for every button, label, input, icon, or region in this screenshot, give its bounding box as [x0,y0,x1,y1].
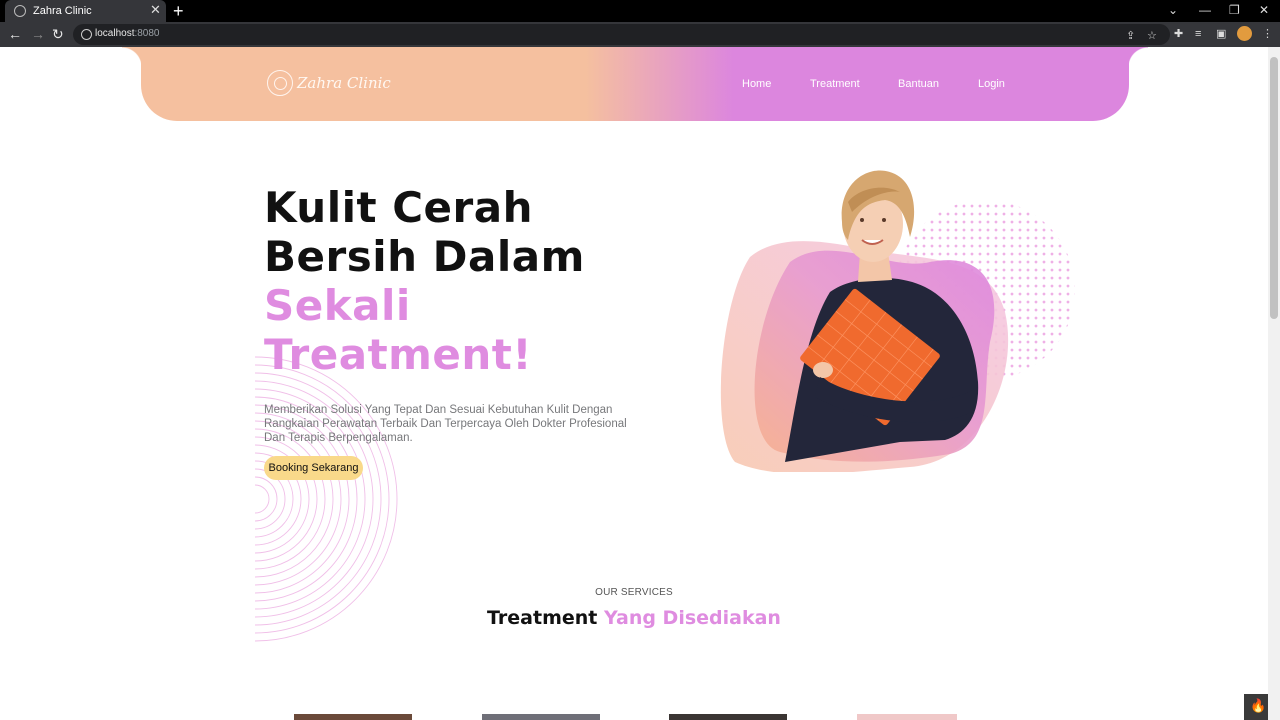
extensions-icon[interactable]: ✚ [1174,27,1183,41]
tab-favicon-icon [14,5,26,17]
logo-emblem-icon [267,70,293,96]
close-window-button[interactable]: ✕ [1259,3,1269,17]
services-eyebrow: OUR SERVICES [595,587,673,598]
hero-heading-line-2: Bersih Dalam [264,232,585,281]
ring-decoration [255,356,398,642]
sidepanel-icon[interactable]: ▣ [1216,27,1226,41]
nav-link-bantuan[interactable]: Bantuan [898,78,939,90]
browser-tab[interactable]: Zahra Clinic ✕ [5,0,166,22]
service-card-thumbnail[interactable] [857,714,957,720]
browser-toolbar: ← → ↻ localhost:8080 ⇪ ☆ ✚ ≡ ▣ ⋮ [0,22,1280,47]
info-icon[interactable] [81,29,92,40]
floating-action-button[interactable]: 🔥 [1244,694,1268,720]
scrollbar-thumb[interactable] [1270,57,1278,319]
navbar-corner-right [1128,47,1148,67]
services-title-pink: Yang Disediakan [603,607,781,629]
address-bar[interactable]: localhost:8080 ⇪ ☆ [73,24,1170,45]
site-logo[interactable]: Zahra Clinic [267,69,391,97]
service-card-thumbnail[interactable] [482,714,600,720]
reload-icon[interactable]: ↻ [52,26,64,42]
hero-heading-line-3: Sekali [264,281,411,330]
hero-heading-line-1: Kulit Cerah [264,183,533,232]
navbar-corner-left [122,47,142,67]
star-icon[interactable]: ☆ [1147,29,1157,43]
back-icon[interactable]: ← [8,26,22,42]
logo-text: Zahra Clinic [297,74,391,92]
profile-avatar[interactable] [1237,26,1252,41]
services-title-dark: Treatment [487,607,604,629]
new-tab-button[interactable]: + [173,1,184,21]
fire-icon: 🔥 [1250,698,1267,713]
browser-tab-strip: Zahra Clinic ✕ + ⌄ — ❐ ✕ [0,0,1280,22]
hero-illustration [720,170,1075,472]
page-viewport: Zahra Clinic Home Treatment Bantuan Logi… [0,47,1268,720]
site-navbar: Zahra Clinic Home Treatment Bantuan Logi… [141,47,1129,121]
tab-search-icon[interactable]: ⌄ [1168,3,1178,17]
forward-icon[interactable]: → [31,26,45,42]
nav-link-home[interactable]: Home [742,78,771,90]
tab-close-icon[interactable]: ✕ [150,3,161,17]
share-icon[interactable]: ⇪ [1126,29,1135,43]
service-card-thumbnail[interactable] [294,714,412,720]
hero-heading-line-4: Treatment! [264,330,533,379]
nav-link-treatment[interactable]: Treatment [810,78,860,90]
reading-list-icon[interactable]: ≡ [1195,27,1201,41]
page-scrollbar[interactable] [1268,47,1280,720]
booking-button[interactable]: Booking Sekarang [264,456,363,480]
minimize-button[interactable]: — [1199,3,1211,17]
service-card-thumbnail[interactable] [669,714,787,720]
hero-description: Memberikan Solusi Yang Tepat Dan Sesuai … [264,404,627,444]
restore-button[interactable]: ❐ [1229,3,1240,17]
nav-link-login[interactable]: Login [978,78,1005,90]
url-text: localhost:8080 [95,28,160,39]
tab-title: Zahra Clinic [33,5,92,17]
menu-icon[interactable]: ⋮ [1262,27,1273,41]
services-title: Treatment Yang Disediakan [0,607,1268,629]
